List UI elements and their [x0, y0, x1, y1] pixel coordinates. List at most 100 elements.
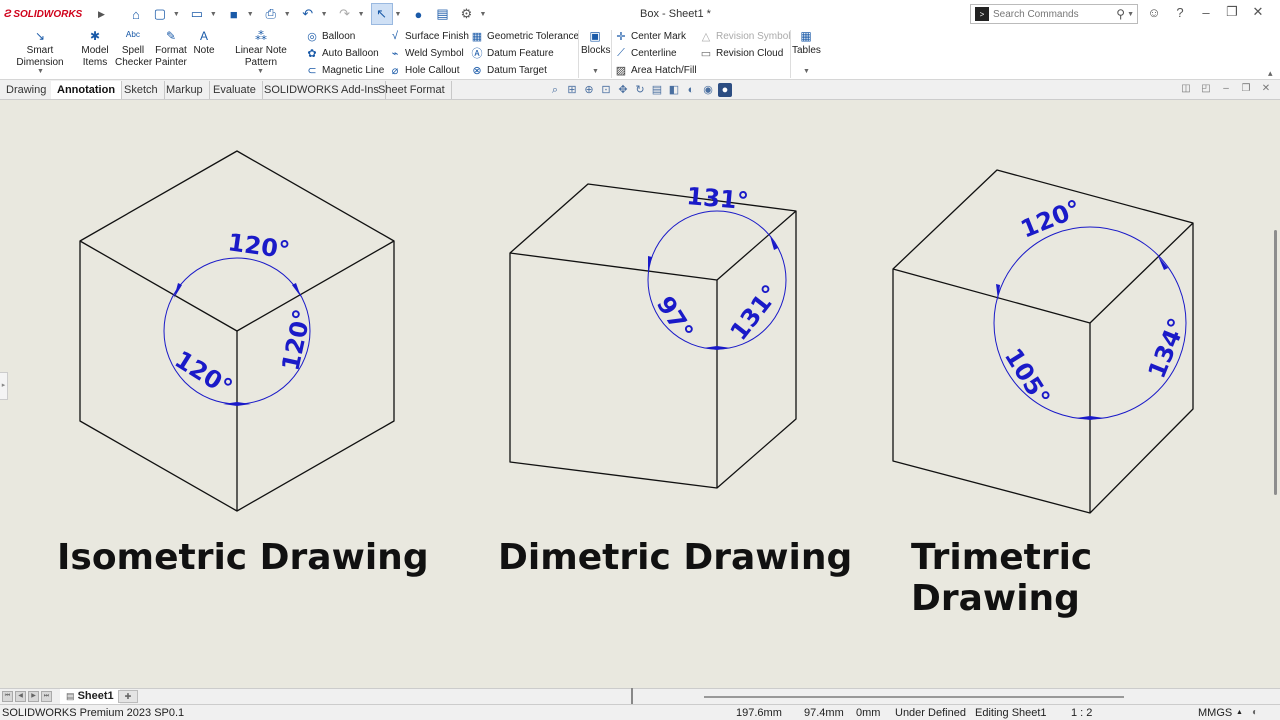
pan-icon[interactable]: ✥	[616, 83, 630, 97]
last-sheet-icon[interactable]: ⏭	[41, 691, 52, 702]
save-dropdown-icon[interactable]: ▼	[247, 11, 254, 18]
revision-symbol-button[interactable]: △ Revision Symbol	[700, 28, 791, 44]
search-dropdown-icon[interactable]: ▼	[1127, 11, 1134, 18]
file-properties-icon[interactable]: ▤	[431, 3, 453, 25]
balloon-button[interactable]: ◎ Balloon	[306, 28, 355, 44]
hide-show-icon[interactable]: ◉	[701, 83, 715, 97]
trimetric-angle-right-label[interactable]: 134°	[1143, 314, 1192, 382]
unit-system[interactable]: MMGS	[1198, 707, 1232, 719]
search-input[interactable]: Search Commands	[993, 9, 1116, 20]
tab-sheet-format[interactable]: Sheet Format	[372, 81, 452, 99]
blocks-dropdown-icon[interactable]: ▼	[592, 68, 599, 75]
doc-restore-icon[interactable]: ❐	[1240, 83, 1252, 94]
drawing-canvas[interactable]: 120° 120° 120° 131° 97° 131° 120° 105° 1…	[0, 100, 1272, 688]
prev-sheet-icon[interactable]: ◀	[15, 691, 26, 702]
format-painter-button[interactable]: ✎ Format Painter	[153, 30, 189, 69]
tab-evaluate[interactable]: Evaluate	[207, 81, 263, 99]
weld-symbol-button[interactable]: ⌁ Weld Symbol	[389, 45, 464, 61]
user-account-icon[interactable]: ☺	[1145, 5, 1163, 20]
magnetic-line-button[interactable]: ⊂ Magnetic Line	[306, 62, 384, 78]
add-sheet-icon[interactable]: ✚	[118, 690, 138, 703]
dimetric-caption[interactable]: Dimetric Drawing	[498, 537, 852, 578]
tab-markup[interactable]: Markup	[160, 81, 210, 99]
doc-close-icon[interactable]: ✕	[1260, 83, 1272, 94]
trimetric-caption[interactable]: Trimetric Drawing	[911, 537, 1272, 619]
tab-addins[interactable]: SOLIDWORKS Add-Ins	[258, 81, 386, 99]
ribbon-collapse-icon[interactable]: ▴	[1268, 68, 1273, 79]
tab-annotation[interactable]: Annotation	[51, 81, 123, 99]
centerline-button[interactable]: ⟋ Centerline	[615, 45, 676, 61]
zoom-to-area-icon[interactable]: ⊞	[565, 83, 579, 97]
trimetric-angle-left-label[interactable]: 105°	[999, 343, 1056, 411]
open-dropdown-icon[interactable]: ▼	[210, 11, 217, 18]
restore-icon[interactable]: ❐	[1223, 4, 1241, 20]
traffic-light-icon[interactable]: ●	[407, 3, 429, 25]
display-style-icon[interactable]: ◐	[684, 83, 698, 97]
linear-note-pattern-button[interactable]: ⁂ Linear Note Pattern	[219, 30, 303, 69]
trimetric-angle-top-label[interactable]: 120°	[1017, 194, 1085, 243]
smart-dimension-button[interactable]: ↘ Smart Dimension	[4, 30, 76, 69]
dimetric-angle-top-label[interactable]: 131°	[685, 182, 749, 215]
redo-dropdown-icon[interactable]: ▼	[358, 11, 365, 18]
datum-feature-button[interactable]: Ⓐ Datum Feature	[471, 45, 554, 61]
auto-balloon-button[interactable]: ✿ Auto Balloon	[306, 45, 378, 61]
zoom-in-out-icon[interactable]: ⊕	[582, 83, 596, 97]
hole-callout-button[interactable]: ⌀ Hole Callout	[389, 62, 460, 78]
undo-dropdown-icon[interactable]: ▼	[321, 11, 328, 18]
close-icon[interactable]: ✕	[1249, 4, 1267, 20]
sheet-scale[interactable]: 1 : 2	[1071, 707, 1092, 719]
vertical-scroll-thumb[interactable]	[1274, 230, 1277, 495]
revision-cloud-button[interactable]: ▭ Revision Cloud	[700, 45, 783, 61]
options-gear-icon[interactable]: ⚙	[455, 3, 477, 25]
rotate-icon[interactable]: ↻	[633, 83, 647, 97]
next-sheet-icon[interactable]: ▶	[28, 691, 39, 702]
panel-expand-handle[interactable]: ▸	[0, 372, 8, 400]
dimetric-angle-left-label[interactable]: 97°	[651, 291, 699, 344]
search-commands[interactable]: > Search Commands ⚲ ▼	[970, 4, 1138, 24]
trimetric-cube-inner-edges[interactable]	[892, 222, 1194, 324]
select-dropdown-icon[interactable]: ▼	[395, 11, 402, 18]
vertical-scrollbar[interactable]	[1272, 100, 1280, 688]
tab-sketch[interactable]: Sketch	[118, 81, 165, 99]
section-view-icon[interactable]: ◧	[667, 83, 681, 97]
undo-icon[interactable]: ↶	[297, 3, 319, 25]
isometric-angle-right-label[interactable]: 120°	[276, 307, 316, 374]
appearance-icon[interactable]: ●	[718, 83, 732, 97]
new-document-icon[interactable]: ▢	[149, 3, 171, 25]
isometric-angle-left-label[interactable]: 120°	[170, 345, 238, 402]
zoom-to-selection-icon[interactable]: ⊡	[599, 83, 613, 97]
blocks-button[interactable]: ▣ Blocks	[581, 30, 610, 57]
smart-dimension-dropdown-icon[interactable]: ▼	[37, 68, 44, 75]
menu-expand-icon[interactable]: ▶	[98, 9, 105, 20]
tables-dropdown-icon[interactable]: ▼	[803, 68, 810, 75]
home-icon[interactable]: ⌂	[125, 3, 147, 25]
doc-collapse-icon[interactable]: ◰	[1200, 83, 1212, 94]
surface-finish-button[interactable]: √ Surface Finish	[389, 28, 469, 44]
sheet-tab[interactable]: ▤ Sheet1	[60, 689, 120, 704]
zoom-to-fit-icon[interactable]: ⌕	[548, 83, 562, 97]
doc-minimize-icon[interactable]: –	[1220, 83, 1232, 94]
scrollbar-splitter[interactable]	[631, 688, 633, 704]
horizontal-scroll-thumb[interactable]	[704, 696, 1124, 698]
spell-checker-button[interactable]: ᴬᵇᶜ Spell Checker	[115, 30, 152, 69]
redraw-icon[interactable]: ▤	[650, 83, 664, 97]
model-items-button[interactable]: ✱ Model Items	[80, 30, 110, 69]
minimize-icon[interactable]: –	[1197, 5, 1215, 20]
isometric-angle-top-label[interactable]: 120°	[226, 228, 291, 264]
area-hatch-button[interactable]: ▨ Area Hatch/Fill	[615, 62, 697, 78]
doc-tile-icon[interactable]: ◫	[1180, 83, 1192, 94]
select-cursor-icon[interactable]: ↖	[370, 3, 393, 25]
datum-target-button[interactable]: ⊗ Datum Target	[471, 62, 546, 78]
dimetric-angle-right-label[interactable]: 131°	[725, 280, 785, 346]
center-mark-button[interactable]: ✛ Center Mark	[615, 28, 686, 44]
unit-system-dropdown-icon[interactable]: ▲	[1236, 709, 1243, 716]
solidworks-logo[interactable]: Ƨ SOLIDWORKS	[0, 8, 92, 20]
options-dropdown-icon[interactable]: ▼	[479, 11, 486, 18]
open-folder-icon[interactable]: ▭	[186, 3, 208, 25]
tables-button[interactable]: ▦ Tables	[792, 30, 821, 57]
horizontal-scrollbar[interactable]	[632, 690, 1272, 704]
help-icon[interactable]: ?	[1171, 5, 1189, 20]
first-sheet-icon[interactable]: ⏮	[2, 691, 13, 702]
save-icon[interactable]: ■	[223, 3, 245, 25]
isometric-caption[interactable]: Isometric Drawing	[57, 537, 429, 578]
